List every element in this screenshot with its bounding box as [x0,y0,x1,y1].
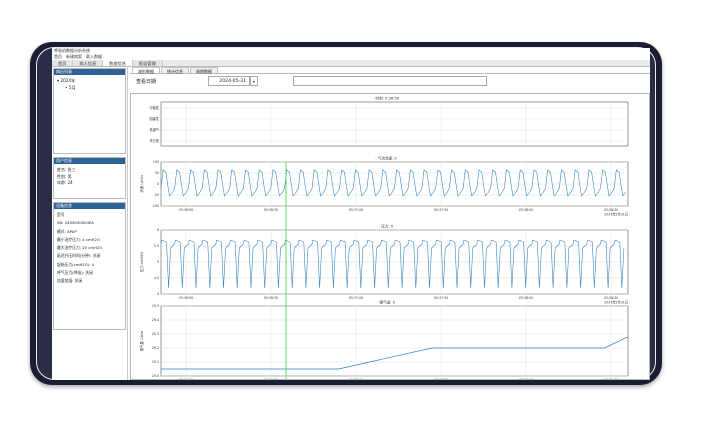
plot-area [160,305,629,377]
device-field: 延迟升压时间(分钟): 关闭 [57,253,101,259]
chart-title: - 气流流速: 0 [375,156,397,161]
content-area: 波形数据 统计信息 周期数据 查看日期 2024-05-31 ▾ - 时刻: 5… [130,67,650,380]
y-tick-label: -50 [154,193,159,197]
device-field: 加湿加湿: 关闭 [57,278,83,284]
tab-patient-info[interactable]: 病人信息 [73,60,104,66]
chart-title: - 漏气量: 0 [377,300,396,305]
tab-waveform[interactable]: 波形数据 [132,67,160,74]
x-tick-label: 05:38:30 [604,378,618,380]
user-age: 年龄: 24 [57,180,73,185]
device-field: 最大治疗压力: 20 cmH2O [57,245,103,251]
y-tick-label: 5.5 [154,244,159,248]
x-tick-label: 05:38:30 [604,296,618,300]
tab-home[interactable]: 首页 [52,60,74,66]
x-date-label: 2024年5月31日 [604,212,628,217]
search-input[interactable] [293,76,487,86]
y-tick-label: -100 [152,204,159,208]
tree-node-year[interactable]: ▾ 2024年 [57,77,122,84]
x-tick-label: 05:37:30 [434,208,448,212]
y-tick-label: 29.0 [152,374,159,378]
y-tick-label: 6 [157,228,159,232]
x-tick-label: 05:37:00 [349,208,363,212]
y-tick-label: 100 [153,160,159,164]
device-field: 模式: APAP [57,228,77,234]
device-info-panel: 设备信息 型号 SN: 2404000004EA 模式: APAP 最小治疗压力… [53,202,126,330]
device-field: 型号 [57,212,65,217]
device-info-body: 型号 SN: 2404000004EA 模式: APAP 最小治疗压力: 4 c… [54,209,125,329]
tree-node-month[interactable]: • 5月 [57,84,122,91]
tab-report-management[interactable]: 报告管理 [132,60,163,66]
x-tick-label: 05:36:00 [179,208,193,212]
sidebar: 病历列表 ▾ 2024年 • 5月 用户信息 姓名: 张三 性别: 男 年龄: … [52,67,128,380]
device-field: 最小治疗压力: 4 cmH2O [57,236,100,242]
y-axis-label: 漏气量 L/min [139,331,144,352]
y-tick-label: 29.3 [152,332,159,336]
plot-area [160,101,629,147]
tab-statistics[interactable]: 统计信息 [161,67,189,74]
user-info-panel: 用户信息 姓名: 张三 性别: 男 年龄: 24 [53,157,126,199]
x-tick-label: 05:38:30 [604,208,618,212]
content-tab-bar: 波形数据 统计信息 周期数据 [130,67,650,74]
y-tick-label: 0 [157,182,159,186]
y-tick-label: 29.4 [152,318,159,322]
x-tick-label: 05:36:30 [264,296,278,300]
waveform-charts-svg: - 时刻: 5:36:56中枢性阻塞性低通气未分类- 气流流速: 0100500… [139,96,629,380]
y-tick-label: 29.5 [152,304,159,308]
tree-node-year-label: 2024年 [60,78,76,83]
date-toolbar: 查看日期 2024-05-31 ▾ [130,74,650,92]
y-axis-label: 压力 cmH2O [139,251,144,272]
chart-title: - 时刻: 5:36:56 [373,96,400,101]
x-tick-label: 05:36:30 [264,208,278,212]
main-tab-bar: 首页 病人信息 数据信息 报告管理 [52,60,650,67]
x-tick-label: 05:36:00 [179,296,193,300]
y-tick-label: 29.1 [152,360,159,364]
x-tick-label: 05:36:30 [264,378,278,380]
y-axis-label: 流速 L/min [139,175,144,192]
tab-cycle-data[interactable]: 周期数据 [190,67,218,74]
x-tick-label: 05:38:00 [519,378,533,380]
x-tick-label: 05:37:00 [349,378,363,380]
x-tick-label: 05:37:00 [349,296,363,300]
y-tick-label: 5 [157,260,159,264]
category-label: 阻塞性 [149,116,159,121]
user-info-body: 姓名: 张三 性别: 男 年龄: 24 [54,164,125,198]
x-tick-label: 05:36:00 [179,378,193,380]
x-date-label: 2024年5月31日 [604,300,628,305]
tree-node-month-label: 5月 [68,85,76,90]
device-field: SN: 2404000004EA [57,220,94,226]
x-tick-label: 05:38:00 [519,208,533,212]
date-label: 查看日期 [136,79,157,85]
date-field[interactable]: 2024-05-31 [208,76,250,86]
waveform-charts: - 时刻: 5:36:56 中枢性 阻塞性 低通气 未分类 - 气流流速: 0 100 50 0… [130,93,650,380]
y-tick-label: 4.5 [154,276,159,280]
x-tick-label: 05:37:30 [434,296,448,300]
y-tick-label: 29.2 [152,346,159,350]
date-picker-button[interactable]: ▾ [250,76,258,86]
x-tick-label: 05:38:00 [519,296,533,300]
device-field: 起始压力(cmH2O): 4 [57,261,95,267]
record-list-panel: 病历列表 ▾ 2024年 • 5月 [53,68,126,154]
y-tick-label: 50 [155,171,159,175]
category-label: 低通气 [149,127,159,132]
category-label: 未分类 [149,138,159,143]
category-label: 中枢性 [149,105,159,110]
device-field: 呼气压力(呼吸): 关闭 [57,270,93,276]
tab-data-info[interactable]: 数据信息 [103,60,133,66]
app-window: 呼吸机数据分析系统 首页 新建病案 载入数据 首页 病人信息 数据信息 报告管理… [52,48,650,380]
y-tick-label: 4 [157,292,159,296]
record-tree: ▾ 2024年 • 5月 [54,75,125,153]
x-tick-label: 05:37:30 [434,378,448,380]
chart-title: - 压力: 0 [379,224,394,229]
